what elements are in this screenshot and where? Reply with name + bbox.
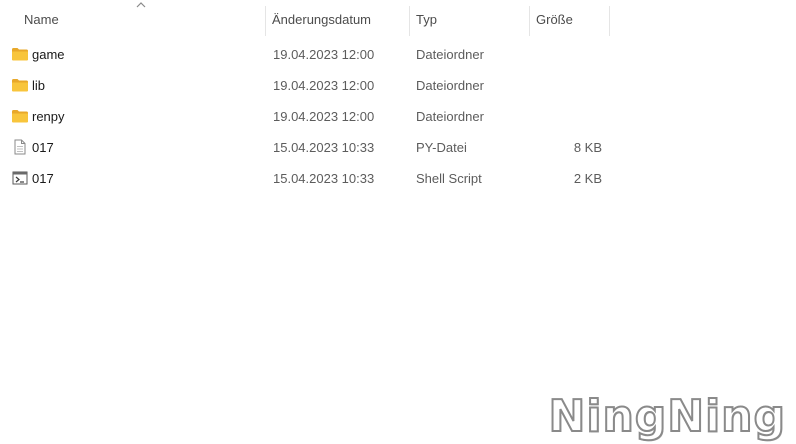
- document-icon: [14, 139, 26, 155]
- file-date-modified: 15.04.2023 10:33: [273, 140, 375, 155]
- column-divider[interactable]: [609, 6, 610, 36]
- file-size: [530, 39, 602, 70]
- file-size: [530, 101, 602, 132]
- file-size: [530, 70, 602, 101]
- file-name: renpy: [32, 109, 65, 124]
- column-header-date-modified[interactable]: Änderungsdatum: [266, 0, 408, 40]
- file-name: 017: [32, 171, 54, 186]
- folder-icon: [12, 79, 28, 92]
- file-size: 8 KB: [573, 140, 602, 155]
- file-row[interactable]: 017 15.04.2023 10:33 Shell Script 2 KB: [0, 163, 620, 194]
- file-rows: game 19.04.2023 12:00 Dateiordner lib 19…: [0, 39, 796, 194]
- file-date-modified: 19.04.2023 12:00: [273, 47, 375, 62]
- file-row[interactable]: renpy 19.04.2023 12:00 Dateiordner: [0, 101, 620, 132]
- file-row[interactable]: lib 19.04.2023 12:00 Dateiordner: [0, 70, 620, 101]
- file-type: Shell Script: [416, 171, 482, 186]
- file-type: Dateiordner: [416, 47, 484, 62]
- script-icon: [12, 171, 28, 185]
- file-size: 2 KB: [573, 171, 602, 186]
- file-type: Dateiordner: [416, 109, 484, 124]
- file-type: PY-Datei: [416, 140, 467, 155]
- column-header-bar: Name Änderungsdatum Typ Größe: [0, 0, 796, 40]
- file-row[interactable]: 017 15.04.2023 10:33 PY-Datei 8 KB: [0, 132, 620, 163]
- file-name: game: [32, 47, 65, 62]
- column-header-type[interactable]: Typ: [410, 0, 528, 40]
- file-date-modified: 19.04.2023 12:00: [273, 109, 375, 124]
- file-date-modified: 15.04.2023 10:33: [273, 171, 375, 186]
- folder-icon: [12, 48, 28, 61]
- file-date-modified: 19.04.2023 12:00: [273, 78, 375, 93]
- folder-icon: [12, 110, 28, 123]
- file-list: Name Änderungsdatum Typ Größe game 19.04…: [0, 0, 796, 444]
- column-header-size[interactable]: Größe: [530, 0, 608, 40]
- column-header-name[interactable]: Name: [18, 0, 264, 40]
- file-name: lib: [32, 78, 46, 93]
- file-name: 017: [32, 140, 54, 155]
- watermark: NingNing: [548, 390, 786, 443]
- file-row[interactable]: game 19.04.2023 12:00 Dateiordner: [0, 39, 620, 70]
- file-type: Dateiordner: [416, 78, 484, 93]
